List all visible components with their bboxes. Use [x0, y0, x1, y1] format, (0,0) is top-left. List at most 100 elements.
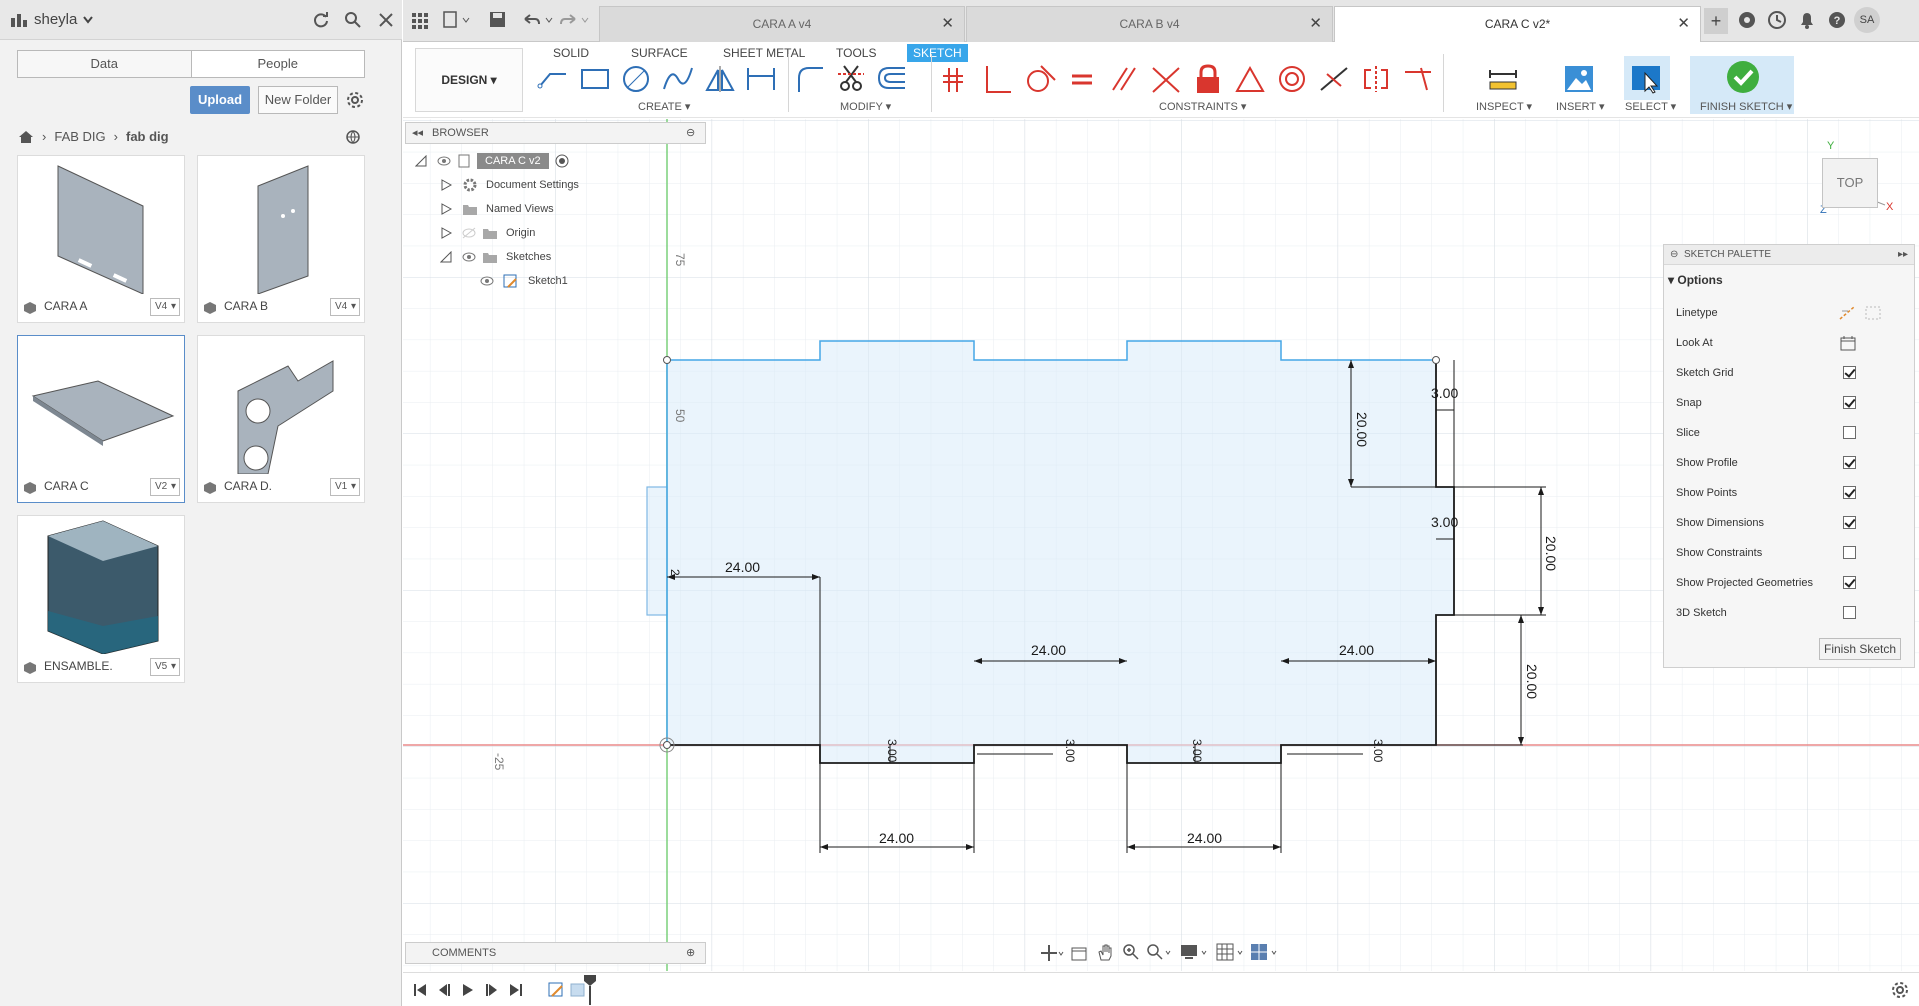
file-card-cara-b[interactable]: CARA B V4: [197, 155, 365, 323]
job-status-icon[interactable]: [1767, 10, 1787, 30]
expand-triangle-icon[interactable]: [440, 227, 452, 239]
dimension-value[interactable]: 3.00: [1371, 739, 1385, 763]
dimension-value[interactable]: 24.00: [879, 830, 914, 846]
refresh-icon[interactable]: [312, 11, 330, 29]
workspace-switcher[interactable]: DESIGN ▾: [415, 48, 523, 112]
file-menu-icon[interactable]: [443, 11, 471, 29]
tab-sheet-metal[interactable]: SHEET METAL: [723, 46, 805, 60]
collapse-triangle-icon[interactable]: [440, 251, 452, 263]
concentric-constraint-icon[interactable]: [1275, 64, 1309, 94]
viewcube[interactable]: TOP: [1822, 158, 1878, 208]
step-back-icon[interactable]: [437, 983, 451, 997]
tab-sketch[interactable]: SKETCH: [907, 44, 968, 62]
play-icon[interactable]: [461, 983, 475, 997]
sketch-point[interactable]: [663, 356, 671, 364]
dimension-value[interactable]: 20.00: [1543, 536, 1559, 571]
pin-icon[interactable]: ⊖: [1670, 245, 1678, 264]
browser-item-sketches[interactable]: Sketches: [440, 246, 551, 268]
fit-icon[interactable]: [1146, 943, 1174, 961]
eye-icon[interactable]: [462, 251, 476, 263]
expand-triangle-icon[interactable]: [440, 203, 452, 215]
eye-hidden-icon[interactable]: [462, 227, 476, 239]
create-menu[interactable]: CREATE ▾: [638, 100, 690, 113]
browser-item-origin[interactable]: Origin: [440, 222, 535, 244]
version-dropdown[interactable]: V5: [150, 658, 180, 676]
sketch-point[interactable]: [1432, 356, 1440, 364]
tab-surface[interactable]: SURFACE: [631, 46, 688, 60]
dimension-value[interactable]: 3.00: [1431, 514, 1458, 530]
save-icon[interactable]: [489, 11, 507, 29]
expand-triangle-icon[interactable]: [440, 179, 452, 191]
app-grid-icon[interactable]: [411, 12, 429, 30]
browser-item-named-views[interactable]: Named Views: [440, 198, 554, 220]
pan-hand-icon[interactable]: [1096, 943, 1114, 961]
viewports-icon[interactable]: [1250, 943, 1280, 961]
browser-header[interactable]: ◂◂ BROWSER ⊖: [405, 122, 706, 144]
dimension-value[interactable]: 24.00: [1031, 642, 1066, 658]
grid-settings-icon[interactable]: [1216, 943, 1246, 961]
left-tab-profile[interactable]: [646, 486, 668, 616]
gear-icon[interactable]: [346, 91, 364, 109]
dimension-value[interactable]: 24.00: [725, 559, 760, 575]
avatar[interactable]: SA: [1854, 7, 1880, 33]
show-projected-checkbox[interactable]: [1843, 576, 1856, 589]
expand-triangle-icon[interactable]: [415, 155, 427, 167]
file-card-ensamble[interactable]: ENSAMBLE. V5: [17, 515, 185, 683]
breadcrumb-project[interactable]: FAB DIG: [54, 129, 105, 144]
fillet-tool-icon[interactable]: [793, 64, 827, 94]
add-comment-icon[interactable]: ⊕: [686, 943, 695, 963]
dimension-value[interactable]: 24.00: [1339, 642, 1374, 658]
perpendicular-constraint-icon[interactable]: [981, 64, 1015, 94]
insert-menu[interactable]: INSERT ▾: [1556, 100, 1605, 113]
tab-solid[interactable]: SOLID: [553, 46, 589, 60]
look-at-icon[interactable]: [1070, 944, 1088, 962]
browser-item-document-settings[interactable]: Document Settings: [440, 174, 579, 196]
dimension-value[interactable]: 3.00: [1431, 385, 1458, 401]
eye-icon[interactable]: [480, 275, 494, 287]
coincident-constraint-icon[interactable]: [939, 64, 973, 94]
measure-tool-icon[interactable]: [1486, 64, 1520, 94]
show-dimensions-checkbox[interactable]: [1843, 516, 1856, 529]
new-folder-button[interactable]: New Folder: [258, 86, 338, 114]
dimension-value[interactable]: 24.00: [1187, 830, 1222, 846]
circle-tool-icon[interactable]: [619, 64, 653, 94]
insert-image-icon[interactable]: [1562, 64, 1596, 94]
step-forward-icon[interactable]: [485, 983, 499, 997]
inspect-menu[interactable]: INSPECT ▾: [1476, 100, 1532, 113]
sketch-profile[interactable]: [667, 341, 1454, 763]
gear-icon[interactable]: [1891, 981, 1909, 999]
dimension-tool-icon[interactable]: [744, 64, 778, 94]
upload-button[interactable]: Upload: [190, 86, 250, 114]
offset-tool-icon[interactable]: [875, 64, 909, 94]
version-dropdown[interactable]: V1: [330, 478, 360, 496]
search-icon[interactable]: [344, 11, 362, 29]
show-profile-checkbox[interactable]: [1843, 456, 1856, 469]
tangent-constraint-icon[interactable]: [1023, 64, 1057, 94]
centerline-linetype-icon[interactable]: [1864, 305, 1882, 321]
line-tool-icon[interactable]: [536, 64, 570, 94]
timeline-sketch-icon[interactable]: [547, 981, 565, 999]
go-to-end-icon[interactable]: [509, 983, 523, 997]
timeline-marker-icon[interactable]: [583, 973, 597, 1005]
show-points-checkbox[interactable]: [1843, 486, 1856, 499]
mirror-tool-icon[interactable]: [703, 64, 737, 94]
comments-panel[interactable]: COMMENTS ⊕: [405, 942, 706, 964]
tab-cara-b[interactable]: CARA B v4 ✕: [966, 6, 1333, 42]
symmetry-constraint-icon[interactable]: [1359, 64, 1393, 94]
version-dropdown[interactable]: V4: [150, 298, 180, 316]
home-icon[interactable]: [18, 130, 34, 144]
globe-icon[interactable]: [345, 129, 361, 145]
dimension-value[interactable]: 3.00: [1063, 739, 1077, 763]
close-icon[interactable]: ✕: [941, 7, 954, 41]
snap-checkbox[interactable]: [1843, 396, 1856, 409]
tab-cara-a[interactable]: CARA A v4 ✕: [599, 6, 965, 42]
help-icon[interactable]: ?: [1827, 10, 1847, 30]
browser-item-sketch1[interactable]: Sketch1: [480, 270, 568, 292]
version-dropdown[interactable]: V4: [330, 298, 360, 316]
display-settings-icon[interactable]: [1180, 943, 1210, 961]
finish-sketch-menu[interactable]: FINISH SKETCH ▾: [1700, 100, 1792, 113]
show-constraints-checkbox[interactable]: [1843, 546, 1856, 559]
eye-icon[interactable]: [437, 155, 451, 167]
browser-root[interactable]: CARA C v2: [415, 150, 569, 172]
slice-checkbox[interactable]: [1843, 426, 1856, 439]
